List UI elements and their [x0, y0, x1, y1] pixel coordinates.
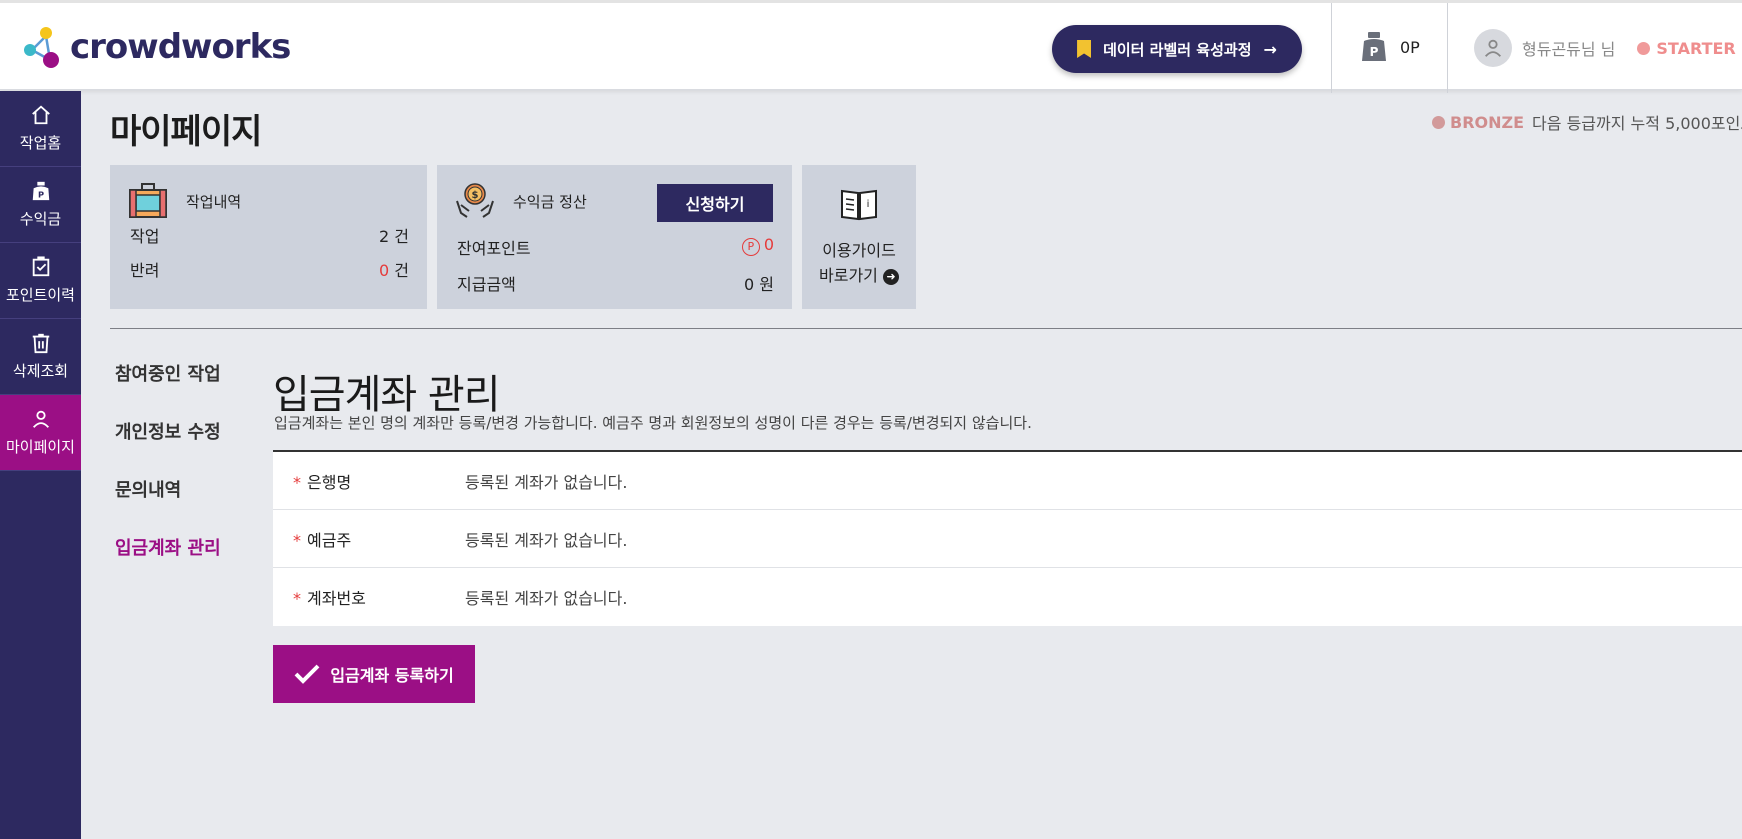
- row-label: 작업: [130, 227, 160, 246]
- sidebar: 작업홈 P 수익금 포인트이력 삭제조회 마이페이지: [0, 91, 81, 839]
- sidebar-item-label: 수익금: [19, 210, 62, 228]
- submenu-item-inquiries[interactable]: 문의내역: [115, 476, 221, 534]
- crowdworks-logo[interactable]: crowdworks: [22, 23, 291, 71]
- row-value: 0 원: [743, 275, 774, 294]
- user-icon: [1484, 39, 1502, 57]
- arrow-circle-right-icon: ➜: [882, 268, 899, 285]
- point-bag-icon: P: [32, 181, 49, 201]
- register-button-label: 입금계좌 등록하기: [330, 666, 454, 685]
- money-hands-icon: $: [456, 183, 494, 218]
- checkmark-icon: [294, 664, 320, 684]
- grade-progress-info: BRONZE 다음 등급까지 누적 5,000포인트: [1432, 110, 1742, 134]
- apply-settlement-button[interactable]: 신청하기: [657, 184, 773, 222]
- row-value: P0: [741, 235, 774, 259]
- work-history-card: 작업내역 작업 2 건 반려 0 건: [110, 165, 427, 309]
- submenu-item-edit-profile[interactable]: 개인정보 수정: [115, 418, 221, 476]
- avatar: [1474, 29, 1512, 67]
- account-info-table: * 은행명 등록된 계좌가 없습니다. * 예금주 등록된 계좌가 없습니다. * 계…: [273, 450, 1742, 626]
- svg-text:$: $: [472, 190, 479, 201]
- row-value: 2 건: [378, 227, 409, 246]
- user-icon: [32, 410, 49, 428]
- row-header: * 계좌번호: [293, 589, 366, 608]
- guide-line1: 이용가이드: [822, 241, 896, 260]
- briefcase-icon: [129, 183, 167, 218]
- svg-text:i: i: [867, 199, 870, 210]
- earnings-settlement-card: $ 수익금 정산 신청하기 잔여포인트 P0 지급금액 0 원: [437, 165, 792, 309]
- table-row: * 계좌번호 등록된 계좌가 없습니다.: [273, 568, 1742, 626]
- table-row: * 은행명 등록된 계좌가 없습니다.: [273, 452, 1742, 510]
- trash-icon: [32, 333, 49, 354]
- grade-dot-icon: [1432, 115, 1445, 129]
- sidebar-item-point-history[interactable]: 포인트이력: [0, 243, 81, 319]
- grade-name: BRONZE: [1450, 112, 1525, 132]
- logo-molecule-icon: [24, 27, 59, 68]
- submenu-item-deposit-account[interactable]: 입금계좌 관리: [115, 534, 221, 592]
- bank-name-value: 등록된 계좌가 없습니다.: [465, 472, 628, 492]
- sidebar-item-earnings[interactable]: P 수익금: [0, 167, 81, 243]
- checklist-icon: [32, 256, 49, 277]
- account-holder-value: 등록된 계좌가 없습니다.: [465, 530, 628, 550]
- rejected-count-row: 반려 0 건: [130, 257, 409, 281]
- row-label: 잔여포인트: [457, 239, 531, 258]
- submenu-item-participating-tasks[interactable]: 참여중인 작업: [115, 360, 221, 418]
- card-header: $ 수익금 정산: [455, 183, 587, 219]
- section-description: 입금계좌는 본인 명의 계좌만 등록/변경 가능합니다. 예금주 명과 회원정보…: [274, 414, 1032, 432]
- card-header: 작업내역: [128, 183, 241, 219]
- labeler-course-button[interactable]: 데이터 라벨러 육성과정 →: [1052, 25, 1302, 73]
- user-name: 형듀곤듀님 님: [1522, 40, 1616, 59]
- sidebar-item-label: 포인트이력: [5, 286, 75, 304]
- row-header: * 은행명: [293, 472, 352, 492]
- home-icon: [31, 105, 50, 125]
- sidebar-item-deleted[interactable]: 삭제조회: [0, 319, 81, 395]
- row-label: 지급금액: [457, 275, 516, 294]
- point-bag-icon: P: [1362, 32, 1386, 61]
- user-grade: STARTER: [1656, 38, 1736, 58]
- points-value: 0P: [1400, 37, 1420, 57]
- guide-line2-wrap: 바로가기 ➜: [802, 263, 916, 288]
- work-count-row: 작업 2 건: [130, 223, 409, 247]
- logo-text: crowdworks: [70, 27, 291, 67]
- svg-text:P: P: [37, 189, 43, 199]
- account-number-value: 등록된 계좌가 없습니다.: [465, 589, 628, 608]
- row-value: 0 건: [378, 261, 409, 280]
- mypage-submenu: 참여중인 작업 개인정보 수정 문의내역 입금계좌 관리: [115, 360, 221, 592]
- remaining-points-row: 잔여포인트 P0: [457, 235, 774, 259]
- grade-next-text: 다음 등급까지 누적 5,000포인트: [1532, 114, 1742, 133]
- sidebar-item-work-home[interactable]: 작업홈: [0, 91, 81, 167]
- sidebar-item-mypage[interactable]: 마이페이지: [0, 395, 81, 471]
- sidebar-item-label: 마이페이지: [5, 438, 75, 456]
- sidebar-item-label: 작업홈: [19, 134, 62, 152]
- section-divider: [110, 328, 1742, 329]
- points-display[interactable]: P 0P: [1360, 31, 1420, 63]
- top-header: crowdworks 데이터 라벨러 육성과정 → P 0P 형듀곤듀님 님 S…: [0, 0, 1742, 93]
- card-title: 작업내역: [186, 192, 242, 211]
- user-menu[interactable]: 형듀곤듀님 님 STARTER: [1474, 29, 1736, 67]
- svg-text:P: P: [1370, 45, 1379, 59]
- payment-amount-row: 지급금액 0 원: [457, 271, 774, 295]
- row-header: * 예금주: [293, 530, 352, 550]
- table-row: * 예금주 등록된 계좌가 없습니다.: [273, 510, 1742, 568]
- row-label: 반려: [130, 261, 160, 280]
- grade-dot-icon: [1637, 41, 1651, 55]
- arrow-right-icon: →: [1263, 39, 1277, 59]
- point-circle-icon: P: [741, 237, 760, 256]
- user-guide-link[interactable]: i 이용가이드 바로가기 ➜: [802, 187, 916, 288]
- bookmark-icon: [1077, 40, 1092, 58]
- user-guide-card[interactable]: i 이용가이드 바로가기 ➜: [802, 165, 916, 309]
- course-button-label: 데이터 라벨러 육성과정: [1103, 40, 1252, 59]
- book-icon: i: [841, 189, 877, 221]
- page-title: 마이페이지: [110, 112, 262, 152]
- header-divider: [1447, 3, 1448, 93]
- register-account-button[interactable]: 입금계좌 등록하기: [273, 645, 475, 703]
- header-divider: [1331, 3, 1332, 93]
- sidebar-item-label: 삭제조회: [12, 362, 69, 380]
- card-title: 수익금 정산: [513, 192, 587, 211]
